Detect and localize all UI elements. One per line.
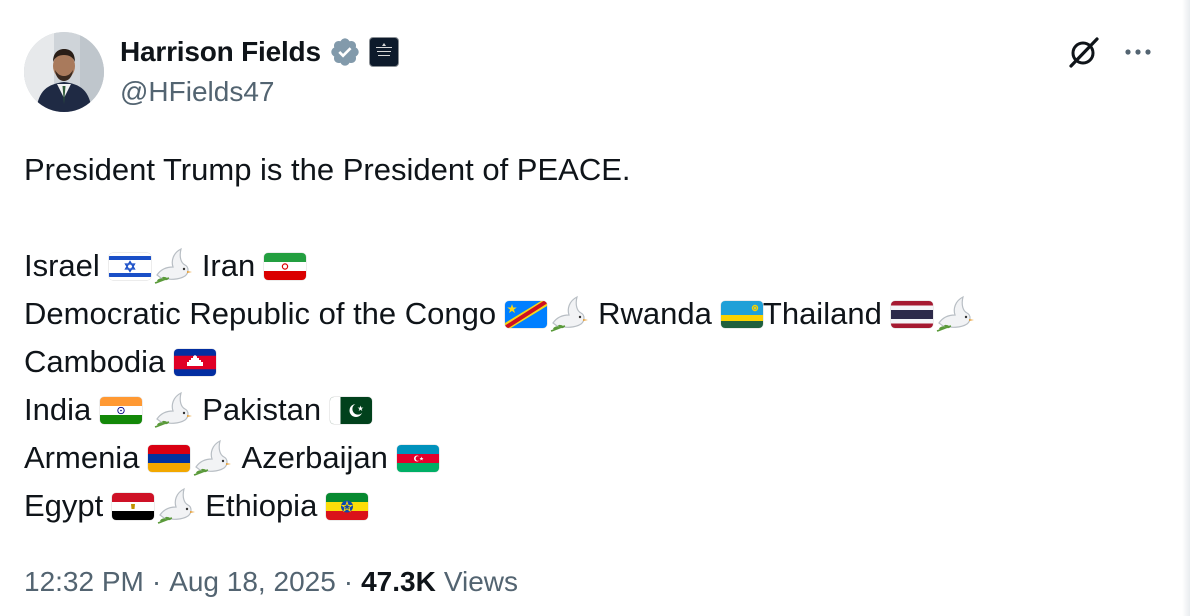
author-handle[interactable]: @HFields47 [120, 76, 274, 108]
more-options-icon [1125, 49, 1151, 55]
egypt-flag-icon [112, 492, 155, 520]
author-name-row: Harrison Fields [120, 34, 399, 70]
country-india: India [24, 392, 92, 427]
dove-icon [933, 293, 975, 335]
country-azerbaijan: Azerbaijan [241, 440, 388, 475]
headline-text: President Trump is the President of PEAC… [24, 152, 631, 187]
window-edge [1182, 0, 1190, 616]
peace-line-drc-rwanda-thailand: Democratic Republic of the Congo Rwanda … [24, 290, 1154, 338]
separator: · [151, 566, 162, 597]
grok-icon [1069, 37, 1099, 68]
country-israel: Israel [24, 248, 100, 283]
peace-line-india-pakistan: India Pakistan [24, 386, 1154, 434]
dove-icon [151, 245, 193, 287]
country-ethiopia: Ethiopia [205, 488, 318, 523]
peace-line-cambodia: Cambodia [24, 338, 1154, 386]
avatar[interactable] [24, 32, 104, 112]
india-flag-icon [100, 396, 143, 424]
tweet-time[interactable]: 12:32 PM [24, 566, 144, 598]
tweet-headline: President Trump is the President of PEAC… [24, 146, 1154, 194]
dove-icon [190, 437, 232, 479]
country-pakistan: Pakistan [202, 392, 322, 427]
avatar-image [24, 32, 104, 112]
pakistan-flag-icon [330, 396, 373, 424]
author-display-name[interactable]: Harrison Fields [120, 36, 321, 68]
more-options-button[interactable] [1118, 32, 1158, 72]
views-count[interactable]: 47.3K [361, 566, 436, 598]
grok-button[interactable] [1064, 32, 1104, 72]
country-drc: Democratic Republic of the Congo [24, 296, 497, 331]
dove-icon [154, 485, 196, 527]
separator: · [343, 566, 354, 597]
views-label: Views [443, 566, 519, 597]
tweet-text: President Trump is the President of PEAC… [24, 146, 1154, 530]
white-house-affiliation-icon[interactable] [368, 37, 399, 67]
armenia-flag-icon [148, 444, 191, 472]
israel-flag-icon [108, 252, 151, 280]
drc-flag-icon [505, 300, 548, 328]
country-iran: Iran [201, 248, 256, 283]
ethiopia-flag-icon [326, 492, 369, 520]
dove-icon [547, 293, 589, 335]
thailand-flag-icon [890, 300, 933, 328]
country-egypt: Egypt [24, 488, 104, 523]
dove-icon [151, 389, 193, 431]
cambodia-flag-icon [174, 348, 217, 376]
azerbaijan-flag-icon [396, 444, 439, 472]
country-cambodia: Cambodia [24, 344, 166, 379]
country-armenia: Armenia [24, 440, 140, 475]
country-rwanda: Rwanda [598, 296, 712, 331]
peace-line-israel-iran: Israel Iran [24, 242, 1154, 290]
country-thailand: Thailand [762, 296, 882, 331]
verified-badge-icon[interactable] [329, 36, 361, 68]
rwanda-flag-icon [720, 300, 763, 328]
peace-line-egypt-ethiopia: Egypt Ethiopia [24, 482, 1154, 530]
peace-line-armenia-azerbaijan: Armenia Azerbaijan [24, 434, 1154, 482]
tweet-date[interactable]: Aug 18, 2025 [169, 566, 336, 598]
tweet-meta: 12:32 PM · Aug 18, 2025 · 47.3K Views [24, 562, 518, 602]
iran-flag-icon [264, 252, 307, 280]
